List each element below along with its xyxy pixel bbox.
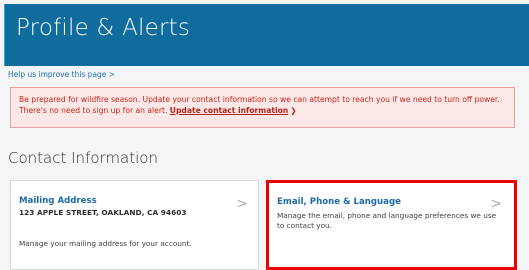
chevron-right-icon[interactable]: > <box>490 196 502 212</box>
email-phone-language-card[interactable]: Email, Phone & Language Manage the email… <box>266 180 517 270</box>
mailing-address-title[interactable]: Mailing Address <box>19 196 97 206</box>
page-header: Profile & Alerts <box>4 4 529 66</box>
improve-page-link[interactable]: Help us improve this page > <box>8 70 115 79</box>
chevron-right-icon[interactable]: > <box>236 196 248 212</box>
chevron-right-icon[interactable]: ❯ <box>290 106 296 115</box>
section-title: Contact Information <box>8 149 158 167</box>
email-phone-language-description: Manage the email, phone and language pre… <box>277 211 497 230</box>
mailing-address-description: Manage your mailing address for your acc… <box>19 239 192 248</box>
mailing-address-value: 123 APPLE STREET, OAKLAND, CA 94603 <box>19 208 187 217</box>
mailing-address-card[interactable]: Mailing Address 123 APPLE STREET, OAKLAN… <box>10 180 259 270</box>
wildfire-alert-banner: Be prepared for wildfire season. Update … <box>10 87 515 128</box>
email-phone-language-title[interactable]: Email, Phone & Language <box>277 197 401 207</box>
update-contact-link[interactable]: Update contact information <box>170 106 288 115</box>
page-title: Profile & Alerts <box>16 15 191 41</box>
